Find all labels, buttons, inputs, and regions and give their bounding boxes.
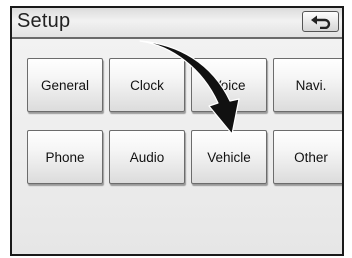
voice-button[interactable]: Voice xyxy=(191,58,267,112)
page-title: Setup xyxy=(17,10,71,32)
setup-screen: Setup General Clock Voice Navi. Phone Au… xyxy=(10,6,344,256)
vehicle-button[interactable]: Vehicle xyxy=(191,130,267,184)
navi-button[interactable]: Navi. xyxy=(273,58,342,112)
clock-button-label: Clock xyxy=(130,77,164,93)
voice-button-label: Voice xyxy=(212,77,246,93)
general-button-label: General xyxy=(40,77,90,93)
audio-button-label: Audio xyxy=(129,149,165,165)
audio-button[interactable]: Audio xyxy=(109,130,185,184)
navi-button-label: Navi. xyxy=(295,77,327,93)
vehicle-button-label: Vehicle xyxy=(207,149,251,165)
phone-button[interactable]: Phone xyxy=(27,130,103,184)
other-button-label: Other xyxy=(294,149,328,165)
phone-button-label: Phone xyxy=(45,149,85,165)
back-button[interactable] xyxy=(302,11,339,32)
clock-button[interactable]: Clock xyxy=(109,58,185,112)
header-bar: Setup xyxy=(12,8,342,39)
back-arrow-icon xyxy=(310,15,332,29)
general-button[interactable]: General xyxy=(27,58,103,112)
other-button[interactable]: Other xyxy=(273,130,342,184)
